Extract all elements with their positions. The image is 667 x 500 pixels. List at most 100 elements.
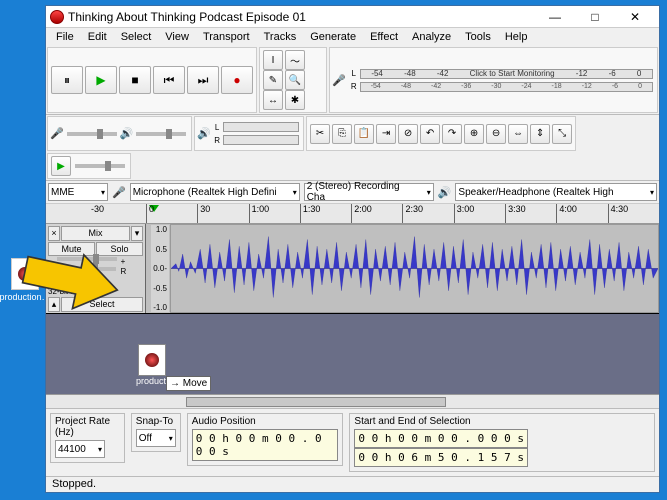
mixer-toolbar: 🎤 🔊	[47, 116, 192, 151]
output-device-select[interactable]: Speaker/Headphone (Realtek High	[455, 183, 657, 201]
empty-track-area[interactable]: producti → Move	[46, 314, 659, 394]
selection-tool[interactable]: I	[263, 50, 283, 70]
waveform-display[interactable]	[170, 224, 659, 313]
selection-group: Start and End of Selection 0 0 h 0 0 m 0…	[349, 413, 655, 472]
menu-view[interactable]: View	[159, 30, 195, 44]
tools-toolbar: I 〜 ✎ 🔍 ↔ ✱	[259, 47, 327, 113]
undo-button[interactable]: ↶	[420, 124, 440, 144]
selection-start-display[interactable]: 0 0 h 0 0 m 0 0 . 0 0 0 s	[354, 429, 528, 448]
skip-start-button[interactable]: ⏮	[153, 66, 185, 94]
record-button[interactable]: ●	[221, 66, 253, 94]
app-icon	[50, 10, 64, 24]
audio-position-group: Audio Position 0 0 h 0 0 m 0 0 . 0 0 0 s	[187, 413, 344, 466]
horizontal-scrollbar[interactable]	[46, 394, 659, 408]
audio-position-display[interactable]: 0 0 h 0 0 m 0 0 . 0 0 0 s	[192, 429, 339, 461]
pause-button[interactable]: ⏸	[51, 66, 83, 94]
speaker-icon[interactable]: 🔊	[197, 127, 211, 140]
input-device-select[interactable]: Microphone (Realtek High Defini	[130, 183, 300, 201]
project-rate-group: Project Rate (Hz) 44100	[50, 413, 125, 463]
play-button[interactable]: ▶	[85, 66, 117, 94]
menu-edit[interactable]: Edit	[82, 30, 113, 44]
menu-effect[interactable]: Effect	[364, 30, 404, 44]
desktop-file-label: production…	[0, 292, 51, 302]
close-button[interactable]: ✕	[615, 6, 655, 28]
menu-generate[interactable]: Generate	[304, 30, 362, 44]
zoom-tool[interactable]: 🔍	[285, 70, 305, 90]
play-speed-slider[interactable]	[75, 164, 125, 168]
play-meter-l[interactable]	[223, 122, 299, 132]
play-meter-toolbar: 🔊 L R	[194, 116, 304, 151]
transcription-toolbar: ▶	[47, 153, 131, 179]
gain-slider[interactable]	[57, 257, 117, 261]
tracks-panel: ×Mix▾ MuteSolo −+ LR Mono, 44100Hz32-bit…	[46, 224, 659, 408]
stop-button[interactable]: ■	[119, 66, 151, 94]
snap-to-select[interactable]: Off	[136, 429, 176, 447]
draw-tool[interactable]: ✎	[263, 70, 283, 90]
mic-device-icon: 🎤	[112, 186, 126, 199]
paste-button[interactable]: 📋	[354, 124, 374, 144]
trim-button[interactable]: ⇥	[376, 124, 396, 144]
skip-end-button[interactable]: ⏭	[187, 66, 219, 94]
status-bar: Stopped.	[46, 476, 659, 492]
zoom-out-button[interactable]: ⊖	[486, 124, 506, 144]
mic-slider-icon: 🎤	[50, 127, 64, 140]
selection-toolbar: Project Rate (Hz) 44100 Snap-To Off Audi…	[46, 408, 659, 476]
audio-file-icon	[11, 258, 39, 290]
dragged-file-icon[interactable]: producti	[136, 344, 168, 386]
meter-toolbar: 🎤 L -54-48-42 Click to Start Monitoring …	[329, 47, 658, 113]
minimize-button[interactable]: ―	[535, 6, 575, 28]
silence-button[interactable]: ⊘	[398, 124, 418, 144]
timeshift-tool[interactable]: ↔	[263, 90, 283, 110]
timeline-ruler[interactable]: -30 0 30 1:00 1:30 2:00 2:30 3:00 3:30 4…	[46, 204, 659, 224]
vertical-scale[interactable]: 1.00.50.0--0.5-1.0	[151, 225, 169, 312]
mic-icon[interactable]: 🎤	[332, 74, 346, 87]
channels-select[interactable]: 2 (Stereo) Recording Cha	[304, 183, 434, 201]
track-control-panel[interactable]: ×Mix▾ MuteSolo −+ LR Mono, 44100Hz32-bit…	[46, 224, 146, 313]
menu-bar: File Edit Select View Transport Tracks G…	[46, 28, 659, 46]
menu-select[interactable]: Select	[115, 30, 158, 44]
menu-tracks[interactable]: Tracks	[258, 30, 303, 44]
project-rate-select[interactable]: 44100	[55, 440, 105, 458]
multi-tool[interactable]: ✱	[285, 90, 305, 110]
window-title: Thinking About Thinking Podcast Episode …	[68, 10, 535, 24]
transport-toolbar: ⏸ ▶ ■ ⏮ ⏭ ●	[47, 47, 257, 113]
speaker-device-icon: 🔊	[438, 186, 452, 199]
zoom-in-button[interactable]: ⊕	[464, 124, 484, 144]
desktop-file-icon[interactable]: production…	[0, 258, 50, 302]
menu-analyze[interactable]: Analyze	[406, 30, 457, 44]
maximize-button[interactable]: □	[575, 6, 615, 28]
zoom-toggle-button[interactable]: ⤡	[552, 124, 572, 144]
track-name[interactable]: Mix	[61, 226, 130, 241]
envelope-tool[interactable]: 〜	[285, 50, 305, 70]
record-meter-r[interactable]: -54-48-42-36-30-24-18-12-60	[360, 82, 653, 92]
record-meter-l[interactable]: -54-48-42 Click to Start Monitoring -12-…	[360, 69, 653, 79]
dragged-file-label: producti	[136, 376, 168, 386]
play-meter-r[interactable]	[223, 135, 299, 145]
copy-button[interactable]: ⎘	[332, 124, 352, 144]
play-at-speed-button[interactable]: ▶	[51, 156, 71, 176]
menu-file[interactable]: File	[50, 30, 80, 44]
menu-transport[interactable]: Transport	[197, 30, 256, 44]
audio-file-icon	[138, 344, 166, 376]
titlebar[interactable]: Thinking About Thinking Podcast Episode …	[46, 6, 659, 28]
selection-end-display[interactable]: 0 0 h 0 6 m 5 0 . 1 5 7 s	[354, 448, 528, 467]
speaker-slider-icon: 🔊	[120, 127, 134, 140]
track-select-button[interactable]: Select	[61, 297, 143, 312]
audio-track: ×Mix▾ MuteSolo −+ LR Mono, 44100Hz32-bit…	[46, 224, 659, 314]
mute-button[interactable]: Mute	[48, 242, 95, 256]
menu-tools[interactable]: Tools	[459, 30, 497, 44]
device-toolbar: MME 🎤 Microphone (Realtek High Defini 2 …	[46, 181, 659, 204]
move-tooltip: → Move	[166, 376, 211, 391]
edit-toolbar: ✂ ⎘ 📋 ⇥ ⊘ ↶ ↷ ⊕ ⊖ ⇔ ⇕ ⤡	[306, 116, 576, 151]
fit-project-button[interactable]: ⇕	[530, 124, 550, 144]
cut-button[interactable]: ✂	[310, 124, 330, 144]
audacity-window: Thinking About Thinking Podcast Episode …	[45, 5, 660, 493]
play-volume-slider[interactable]	[136, 132, 186, 136]
solo-button[interactable]: Solo	[96, 242, 143, 256]
menu-help[interactable]: Help	[499, 30, 534, 44]
pan-slider[interactable]	[56, 267, 116, 271]
rec-volume-slider[interactable]	[67, 132, 117, 136]
fit-selection-button[interactable]: ⇔	[508, 124, 528, 144]
audio-host-select[interactable]: MME	[48, 183, 108, 201]
redo-button[interactable]: ↷	[442, 124, 462, 144]
